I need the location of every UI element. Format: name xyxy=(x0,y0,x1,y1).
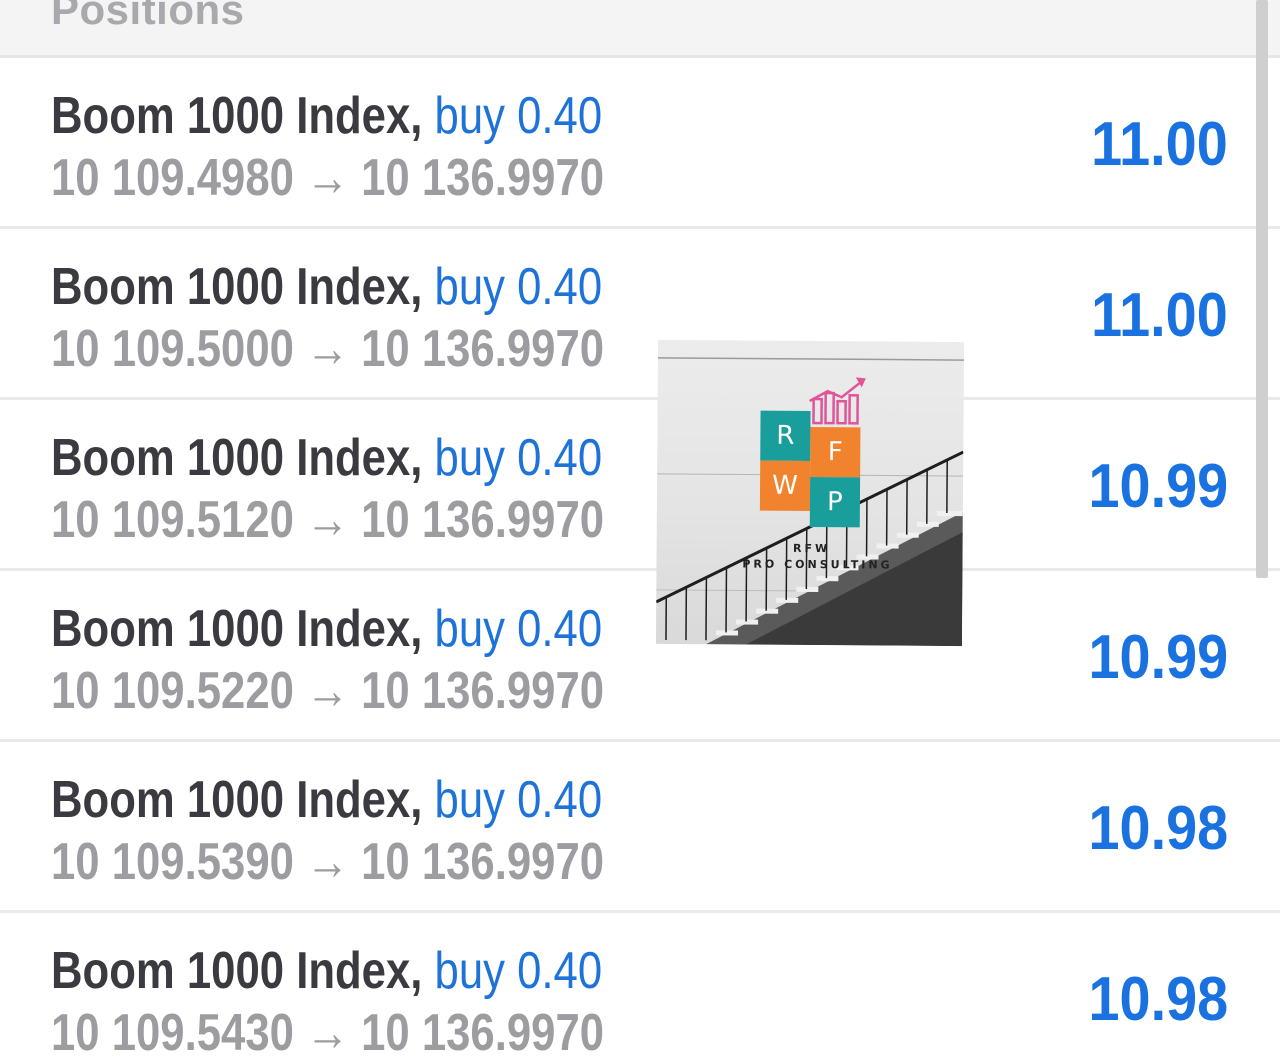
positions-header: Positions xyxy=(0,0,1280,58)
position-profit: 11.00 xyxy=(1091,110,1228,179)
open-price: 10 109.5430 xyxy=(51,1004,294,1062)
current-price: 10 136.9970 xyxy=(361,320,605,378)
position-volume: 0.40 xyxy=(517,87,603,145)
position-row[interactable]: Boom 1000 Index, buy 0.40 10 109.5220 → 10… xyxy=(0,571,1280,742)
position-prices: 10 109.5120 → 10 136.9970 xyxy=(51,492,604,548)
position-title: Boom 1000 Index, buy 0.40 xyxy=(51,772,602,828)
position-symbol: Boom 1000 Index, xyxy=(51,942,423,1000)
position-row[interactable]: Boom 1000 Index, buy 0.40 10 109.5000 → 10… xyxy=(0,229,1280,400)
position-direction: buy xyxy=(434,771,505,829)
logo-tile-p: P xyxy=(809,477,861,528)
current-price: 10 136.9970 xyxy=(361,491,605,549)
position-symbol: Boom 1000 Index, xyxy=(51,600,423,658)
scrollbar[interactable] xyxy=(1256,0,1268,578)
rfw-logo-watermark: R F W P RFW PRO CONSULTING xyxy=(655,339,965,647)
position-prices: 10 109.5220 → 10 136.9970 xyxy=(51,663,604,719)
open-price: 10 109.4980 xyxy=(51,149,294,207)
position-title: Boom 1000 Index, buy 0.40 xyxy=(51,259,602,315)
position-profit: 10.98 xyxy=(1088,794,1228,863)
position-prices: 10 109.5430 → 10 136.9970 xyxy=(51,1005,604,1061)
position-direction: buy xyxy=(434,87,505,145)
logo-tile-r: R xyxy=(760,410,811,462)
logo-subtitle: PRO CONSULTING xyxy=(742,557,893,572)
position-direction: buy xyxy=(434,258,505,316)
position-profit: 10.99 xyxy=(1088,623,1228,692)
position-volume: 0.40 xyxy=(517,258,603,316)
logo-tile-f: F xyxy=(810,427,861,478)
arrow-right-icon: → xyxy=(305,833,350,891)
position-symbol: Boom 1000 Index, xyxy=(51,258,423,316)
positions-list: Boom 1000 Index, buy 0.40 10 109.4980 → 10… xyxy=(0,58,1280,1064)
position-title: Boom 1000 Index, buy 0.40 xyxy=(51,943,602,999)
position-row[interactable]: Boom 1000 Index, buy 0.40 10 109.4980 → 10… xyxy=(0,58,1280,229)
position-title: Boom 1000 Index, buy 0.40 xyxy=(51,430,602,486)
position-direction: buy xyxy=(434,429,505,487)
position-symbol: Boom 1000 Index, xyxy=(51,771,423,829)
section-title: Positions xyxy=(51,0,245,33)
position-volume: 0.40 xyxy=(517,600,603,658)
position-profit: 11.00 xyxy=(1091,281,1228,350)
arrow-right-icon: → xyxy=(305,320,350,378)
arrow-right-icon: → xyxy=(305,662,350,720)
position-row[interactable]: Boom 1000 Index, buy 0.40 10 109.5120 → 10… xyxy=(0,400,1280,571)
current-price: 10 136.9970 xyxy=(361,662,605,720)
position-title: Boom 1000 Index, buy 0.40 xyxy=(51,88,602,144)
position-direction: buy xyxy=(434,942,505,1000)
open-price: 10 109.5120 xyxy=(51,491,294,549)
position-row[interactable]: Boom 1000 Index, buy 0.40 10 109.5430 → 10… xyxy=(0,913,1280,1064)
position-symbol: Boom 1000 Index, xyxy=(51,429,423,487)
position-row[interactable]: Boom 1000 Index, buy 0.40 10 109.5390 → 10… xyxy=(0,742,1280,913)
position-volume: 0.40 xyxy=(517,942,603,1000)
open-price: 10 109.5390 xyxy=(51,833,294,891)
position-volume: 0.40 xyxy=(517,429,603,487)
position-prices: 10 109.5390 → 10 136.9970 xyxy=(51,834,604,890)
logo-brand: RFW xyxy=(793,541,831,556)
arrow-right-icon: → xyxy=(305,491,350,549)
position-profit: 10.99 xyxy=(1088,452,1228,521)
arrow-right-icon: → xyxy=(305,1004,350,1062)
bar-chart-arrow-icon xyxy=(809,380,863,425)
positions-screen: Positions Boom 1000 Index, buy 0.40 10 1… xyxy=(0,0,1280,1064)
position-volume: 0.40 xyxy=(517,771,603,829)
arrow-right-icon: → xyxy=(305,149,350,207)
current-price: 10 136.9970 xyxy=(361,833,605,891)
position-title: Boom 1000 Index, buy 0.40 xyxy=(51,601,602,657)
position-prices: 10 109.5000 → 10 136.9970 xyxy=(51,321,604,377)
position-prices: 10 109.4980 → 10 136.9970 xyxy=(51,150,604,206)
open-price: 10 109.5000 xyxy=(51,320,294,378)
current-price: 10 136.9970 xyxy=(361,1004,605,1062)
position-profit: 10.98 xyxy=(1088,965,1228,1034)
position-direction: buy xyxy=(434,600,505,658)
logo-tile-w: W xyxy=(759,460,811,511)
current-price: 10 136.9970 xyxy=(361,149,605,207)
open-price: 10 109.5220 xyxy=(51,662,294,720)
position-symbol: Boom 1000 Index, xyxy=(51,87,423,145)
